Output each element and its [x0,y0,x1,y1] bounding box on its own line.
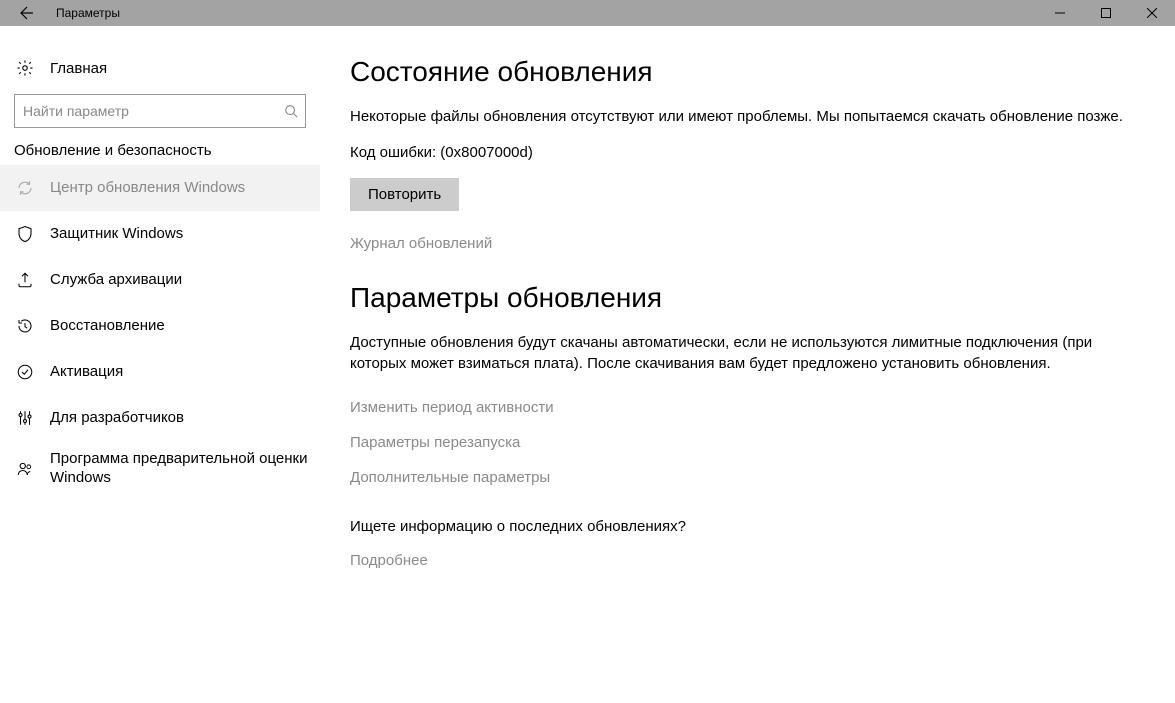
sidebar: Главная Обновление и безопасность Центр … [0,26,320,703]
params-text: Доступные обновления будут скачаны автом… [350,332,1145,376]
nav-insider[interactable]: Программа предварительной оценки Windows [0,441,320,497]
nav-defender[interactable]: Защитник Windows [0,211,320,257]
section-heading: Обновление и безопасность [0,128,320,165]
nav-label: Для разработчиков [50,409,184,428]
active-hours-link[interactable]: Изменить период активности [350,399,1145,416]
search-icon [284,104,298,118]
params-heading: Параметры обновления [350,282,1145,314]
check-circle-icon [16,363,34,381]
nav-activation[interactable]: Активация [0,349,320,395]
history-icon [16,317,34,335]
backup-icon [16,271,34,289]
nav-label: Центр обновления Windows [50,179,245,198]
nav-label: Программа предварительной оценки Windows [50,450,320,488]
nav-recovery[interactable]: Восстановление [0,303,320,349]
close-button[interactable] [1129,0,1175,26]
gear-icon [16,59,34,77]
nav-backup[interactable]: Служба архивации [0,257,320,303]
advanced-options-link[interactable]: Дополнительные параметры [350,469,1145,486]
home-label: Главная [50,60,107,77]
people-icon [16,460,34,478]
retry-button[interactable]: Повторить [350,178,459,211]
back-button[interactable] [0,0,50,26]
window-title: Параметры [56,6,1037,20]
update-history-link[interactable]: Журнал обновлений [350,235,1145,252]
nav-label: Защитник Windows [50,225,183,244]
nav-label: Активация [50,363,123,382]
status-heading: Состояние обновления [350,56,1145,88]
nav-developers[interactable]: Для разработчиков [0,395,320,441]
nav-windows-update[interactable]: Центр обновления Windows [0,165,320,211]
titlebar: Параметры [0,0,1175,26]
info-prompt: Ищете информацию о последних обновлениях… [350,516,1145,538]
search-input[interactable] [14,94,306,128]
shield-icon [16,225,34,243]
home-nav[interactable]: Главная [0,46,320,90]
nav-label: Восстановление [50,317,165,336]
content-area: Состояние обновления Некоторые файлы обн… [320,26,1175,703]
restart-options-link[interactable]: Параметры перезапуска [350,434,1145,451]
more-info-link[interactable]: Подробнее [350,552,1145,569]
sliders-icon [16,409,34,427]
maximize-button[interactable] [1083,0,1129,26]
status-text: Некоторые файлы обновления отсутствуют и… [350,106,1145,128]
sync-icon [16,179,34,197]
error-code: Код ошибки: (0x8007000d) [350,142,1145,164]
minimize-button[interactable] [1037,0,1083,26]
nav-label: Служба архивации [50,271,182,290]
